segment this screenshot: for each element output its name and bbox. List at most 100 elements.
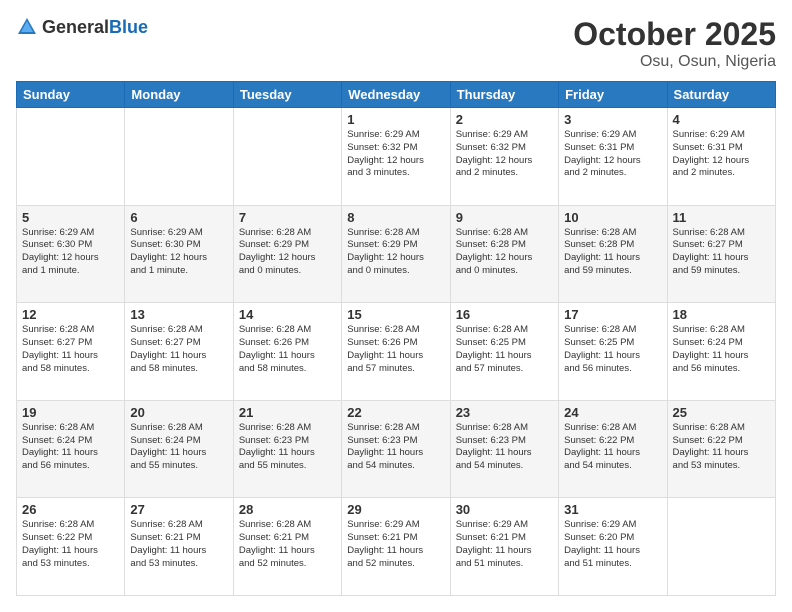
day-info-line: Daylight: 12 hours xyxy=(564,155,661,168)
day-info-line: and 58 minutes. xyxy=(130,363,227,376)
calendar-cell: 24 Sunrise: 6:28 AMSunset: 6:22 PMDayligh… xyxy=(559,400,667,498)
day-info-line: Sunrise: 6:28 AM xyxy=(239,422,336,435)
calendar-cell: 7Sunrise: 6:28 AMSunset: 6:29 PMDaylight… xyxy=(233,205,341,303)
day-info-line: Daylight: 11 hours xyxy=(22,545,119,558)
day-info-line: Daylight: 11 hours xyxy=(673,447,770,460)
day-info-line: Sunset: 6:31 PM xyxy=(564,142,661,155)
day-number: 17 xyxy=(564,307,661,322)
day-info-line: Sunset: 6:22 PM xyxy=(564,435,661,448)
day-info: Sunrise: 6:29 AMSunset: 6:31 PMDaylight:… xyxy=(564,129,661,180)
day-info-line: Sunrise: 6:29 AM xyxy=(347,519,444,532)
day-info: Sunrise: 6:28 AMSunset: 6:22 PMDaylight:… xyxy=(673,422,770,473)
day-info-line: Daylight: 11 hours xyxy=(22,350,119,363)
day-number: 15 xyxy=(347,307,444,322)
calendar-cell: 29Sunrise: 6:29 AMSunset: 6:21 PMDayligh… xyxy=(342,498,450,596)
day-number: 23 xyxy=(456,405,553,420)
day-info-line: Sunrise: 6:28 AM xyxy=(239,227,336,240)
day-info-line: Daylight: 11 hours xyxy=(456,350,553,363)
logo-icon xyxy=(16,16,38,38)
day-info-line: Sunset: 6:24 PM xyxy=(22,435,119,448)
day-info-line: Sunset: 6:29 PM xyxy=(347,239,444,252)
day-info-line: Sunset: 6:24 PM xyxy=(130,435,227,448)
day-info-line: Sunset: 6:21 PM xyxy=(456,532,553,545)
day-info-line: Sunrise: 6:28 AM xyxy=(456,324,553,337)
day-info-line: Sunrise: 6:28 AM xyxy=(456,422,553,435)
day-info: Sunrise: 6:28 AMSunset: 6:25 PMDaylight:… xyxy=(564,324,661,375)
day-info-line: Sunrise: 6:29 AM xyxy=(564,519,661,532)
calendar-cell: 5Sunrise: 6:29 AMSunset: 6:30 PMDaylight… xyxy=(17,205,125,303)
day-info-line: and 53 minutes. xyxy=(130,558,227,571)
day-info-line: and 58 minutes. xyxy=(22,363,119,376)
day-info-line: and 59 minutes. xyxy=(564,265,661,278)
calendar-cell: 14Sunrise: 6:28 AMSunset: 6:26 PMDayligh… xyxy=(233,303,341,401)
month-title: October 2025 xyxy=(573,16,776,53)
day-info: Sunrise: 6:29 AMSunset: 6:30 PMDaylight:… xyxy=(130,227,227,278)
calendar-cell: 25Sunrise: 6:28 AMSunset: 6:22 PMDayligh… xyxy=(667,400,775,498)
weekday-tuesday: Tuesday xyxy=(233,82,341,108)
calendar-cell: 3 Sunrise: 6:29 AMSunset: 6:31 PMDaylight… xyxy=(559,108,667,206)
day-info-line: Daylight: 11 hours xyxy=(22,447,119,460)
day-info-line: and 52 minutes. xyxy=(239,558,336,571)
day-info-line: Daylight: 11 hours xyxy=(347,447,444,460)
day-number: 31 xyxy=(564,502,661,517)
day-info-line: Sunset: 6:27 PM xyxy=(22,337,119,350)
calendar-cell: 15Sunrise: 6:28 AMSunset: 6:26 PMDayligh… xyxy=(342,303,450,401)
calendar-row-4: 26Sunrise: 6:28 AMSunset: 6:22 PMDayligh… xyxy=(17,498,776,596)
day-number: 27 xyxy=(130,502,227,517)
day-number: 18 xyxy=(673,307,770,322)
day-info-line: Sunrise: 6:28 AM xyxy=(22,519,119,532)
day-number: 21 xyxy=(239,405,336,420)
day-info-line: Sunrise: 6:28 AM xyxy=(130,324,227,337)
day-info-line: Sunset: 6:32 PM xyxy=(456,142,553,155)
day-number: 4 xyxy=(673,112,770,127)
calendar-cell: 21Sunrise: 6:28 AMSunset: 6:23 PMDayligh… xyxy=(233,400,341,498)
day-info-line: Sunset: 6:32 PM xyxy=(347,142,444,155)
calendar-row-3: 19Sunrise: 6:28 AMSunset: 6:24 PMDayligh… xyxy=(17,400,776,498)
day-info-line: and 53 minutes. xyxy=(673,460,770,473)
day-info-line: Daylight: 12 hours xyxy=(347,155,444,168)
day-info-line: Sunrise: 6:28 AM xyxy=(564,422,661,435)
day-info: Sunrise: 6:29 AMSunset: 6:32 PMDaylight:… xyxy=(456,129,553,180)
calendar-cell: 9Sunrise: 6:28 AMSunset: 6:28 PMDaylight… xyxy=(450,205,558,303)
day-info-line: Sunrise: 6:29 AM xyxy=(130,227,227,240)
day-info: Sunrise: 6:28 AMSunset: 6:22 PMDaylight:… xyxy=(564,422,661,473)
day-info-line: Daylight: 11 hours xyxy=(239,350,336,363)
day-info-line: and 53 minutes. xyxy=(22,558,119,571)
weekday-wednesday: Wednesday xyxy=(342,82,450,108)
day-info-line: Daylight: 11 hours xyxy=(239,545,336,558)
calendar-cell xyxy=(17,108,125,206)
calendar-row-2: 12Sunrise: 6:28 AMSunset: 6:27 PMDayligh… xyxy=(17,303,776,401)
day-number: 11 xyxy=(673,210,770,225)
day-info-line: Daylight: 11 hours xyxy=(239,447,336,460)
day-info-line: Sunrise: 6:28 AM xyxy=(347,227,444,240)
day-info-line: and 2 minutes. xyxy=(564,167,661,180)
day-info: Sunrise: 6:28 AMSunset: 6:23 PMDaylight:… xyxy=(456,422,553,473)
day-info-line: Sunset: 6:31 PM xyxy=(673,142,770,155)
day-number: 24 xyxy=(564,405,661,420)
day-info-line: Sunset: 6:24 PM xyxy=(673,337,770,350)
calendar-cell: 26Sunrise: 6:28 AMSunset: 6:22 PMDayligh… xyxy=(17,498,125,596)
day-info-line: Daylight: 11 hours xyxy=(673,252,770,265)
title-area: October 2025 Osu, Osun, Nigeria xyxy=(573,16,776,71)
day-info-line: Sunset: 6:28 PM xyxy=(564,239,661,252)
calendar-table: SundayMondayTuesdayWednesdayThursdayFrid… xyxy=(16,81,776,596)
day-info-line: Sunrise: 6:28 AM xyxy=(673,227,770,240)
day-number: 26 xyxy=(22,502,119,517)
day-info-line: Sunset: 6:25 PM xyxy=(456,337,553,350)
calendar-cell: 10Sunrise: 6:28 AMSunset: 6:28 PMDayligh… xyxy=(559,205,667,303)
day-info-line: Sunrise: 6:29 AM xyxy=(456,129,553,142)
day-info: Sunrise: 6:29 AMSunset: 6:31 PMDaylight:… xyxy=(673,129,770,180)
day-number: 2 xyxy=(456,112,553,127)
day-number: 3 xyxy=(564,112,661,127)
day-number: 29 xyxy=(347,502,444,517)
day-info-line: and 54 minutes. xyxy=(347,460,444,473)
day-info: Sunrise: 6:28 AMSunset: 6:24 PMDaylight:… xyxy=(22,422,119,473)
day-info-line: Sunrise: 6:29 AM xyxy=(673,129,770,142)
day-info-line: Daylight: 12 hours xyxy=(239,252,336,265)
calendar-cell: 28Sunrise: 6:28 AMSunset: 6:21 PMDayligh… xyxy=(233,498,341,596)
day-info-line: and 59 minutes. xyxy=(673,265,770,278)
day-info-line: Daylight: 11 hours xyxy=(564,447,661,460)
day-info-line: and 54 minutes. xyxy=(564,460,661,473)
weekday-thursday: Thursday xyxy=(450,82,558,108)
weekday-friday: Friday xyxy=(559,82,667,108)
